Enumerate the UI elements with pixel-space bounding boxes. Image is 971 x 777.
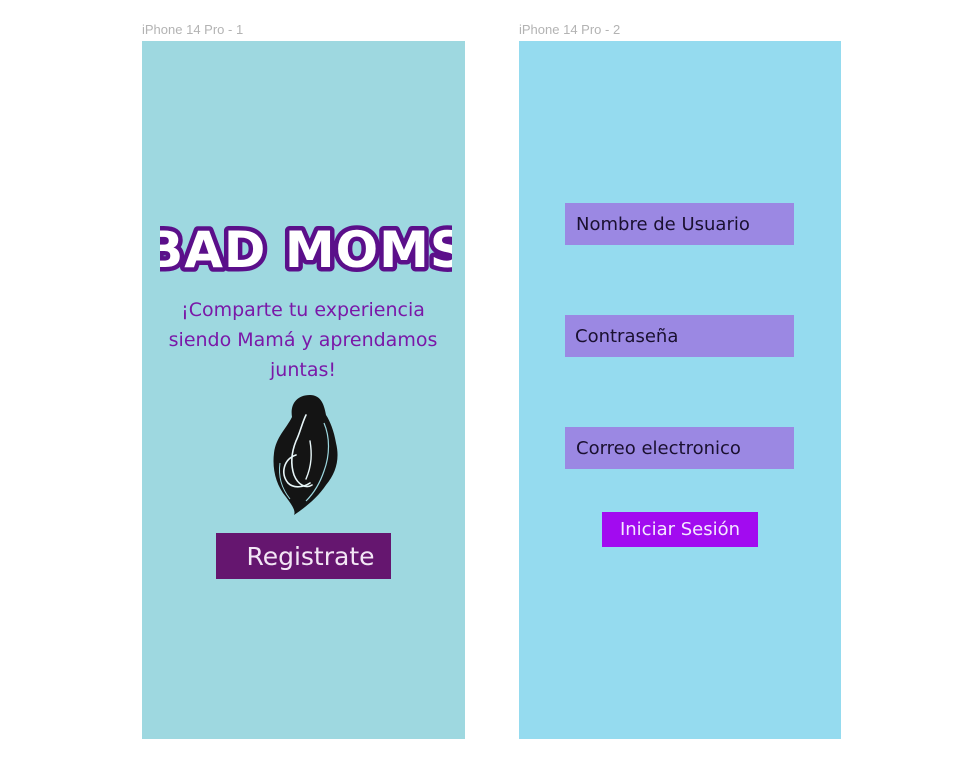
tagline-text: ¡Comparte tu experiencia siendo Mamá y a… bbox=[168, 299, 438, 381]
pregnant-woman-silhouette-icon bbox=[273, 395, 338, 515]
welcome-screen-frame: BAD MOMS ¡Comparte tu experiencia siendo… bbox=[142, 41, 465, 739]
frame-label-2: iPhone 14 Pro - 2 bbox=[519, 22, 621, 37]
svg-text:BAD MOMS: BAD MOMS bbox=[160, 221, 452, 279]
username-field[interactable]: Nombre de Usuario bbox=[565, 203, 794, 245]
register-button[interactable]: Registrate bbox=[216, 533, 391, 579]
email-field[interactable]: Correo electronico bbox=[565, 427, 794, 469]
login-button[interactable]: Iniciar Sesión bbox=[602, 512, 758, 547]
frame-label-1: iPhone 14 Pro - 1 bbox=[142, 22, 244, 37]
login-screen-frame: Nombre de Usuario Contraseña Correo elec… bbox=[519, 41, 841, 739]
bad-moms-logo: BAD MOMS bbox=[160, 219, 452, 279]
password-field[interactable]: Contraseña bbox=[565, 315, 794, 357]
